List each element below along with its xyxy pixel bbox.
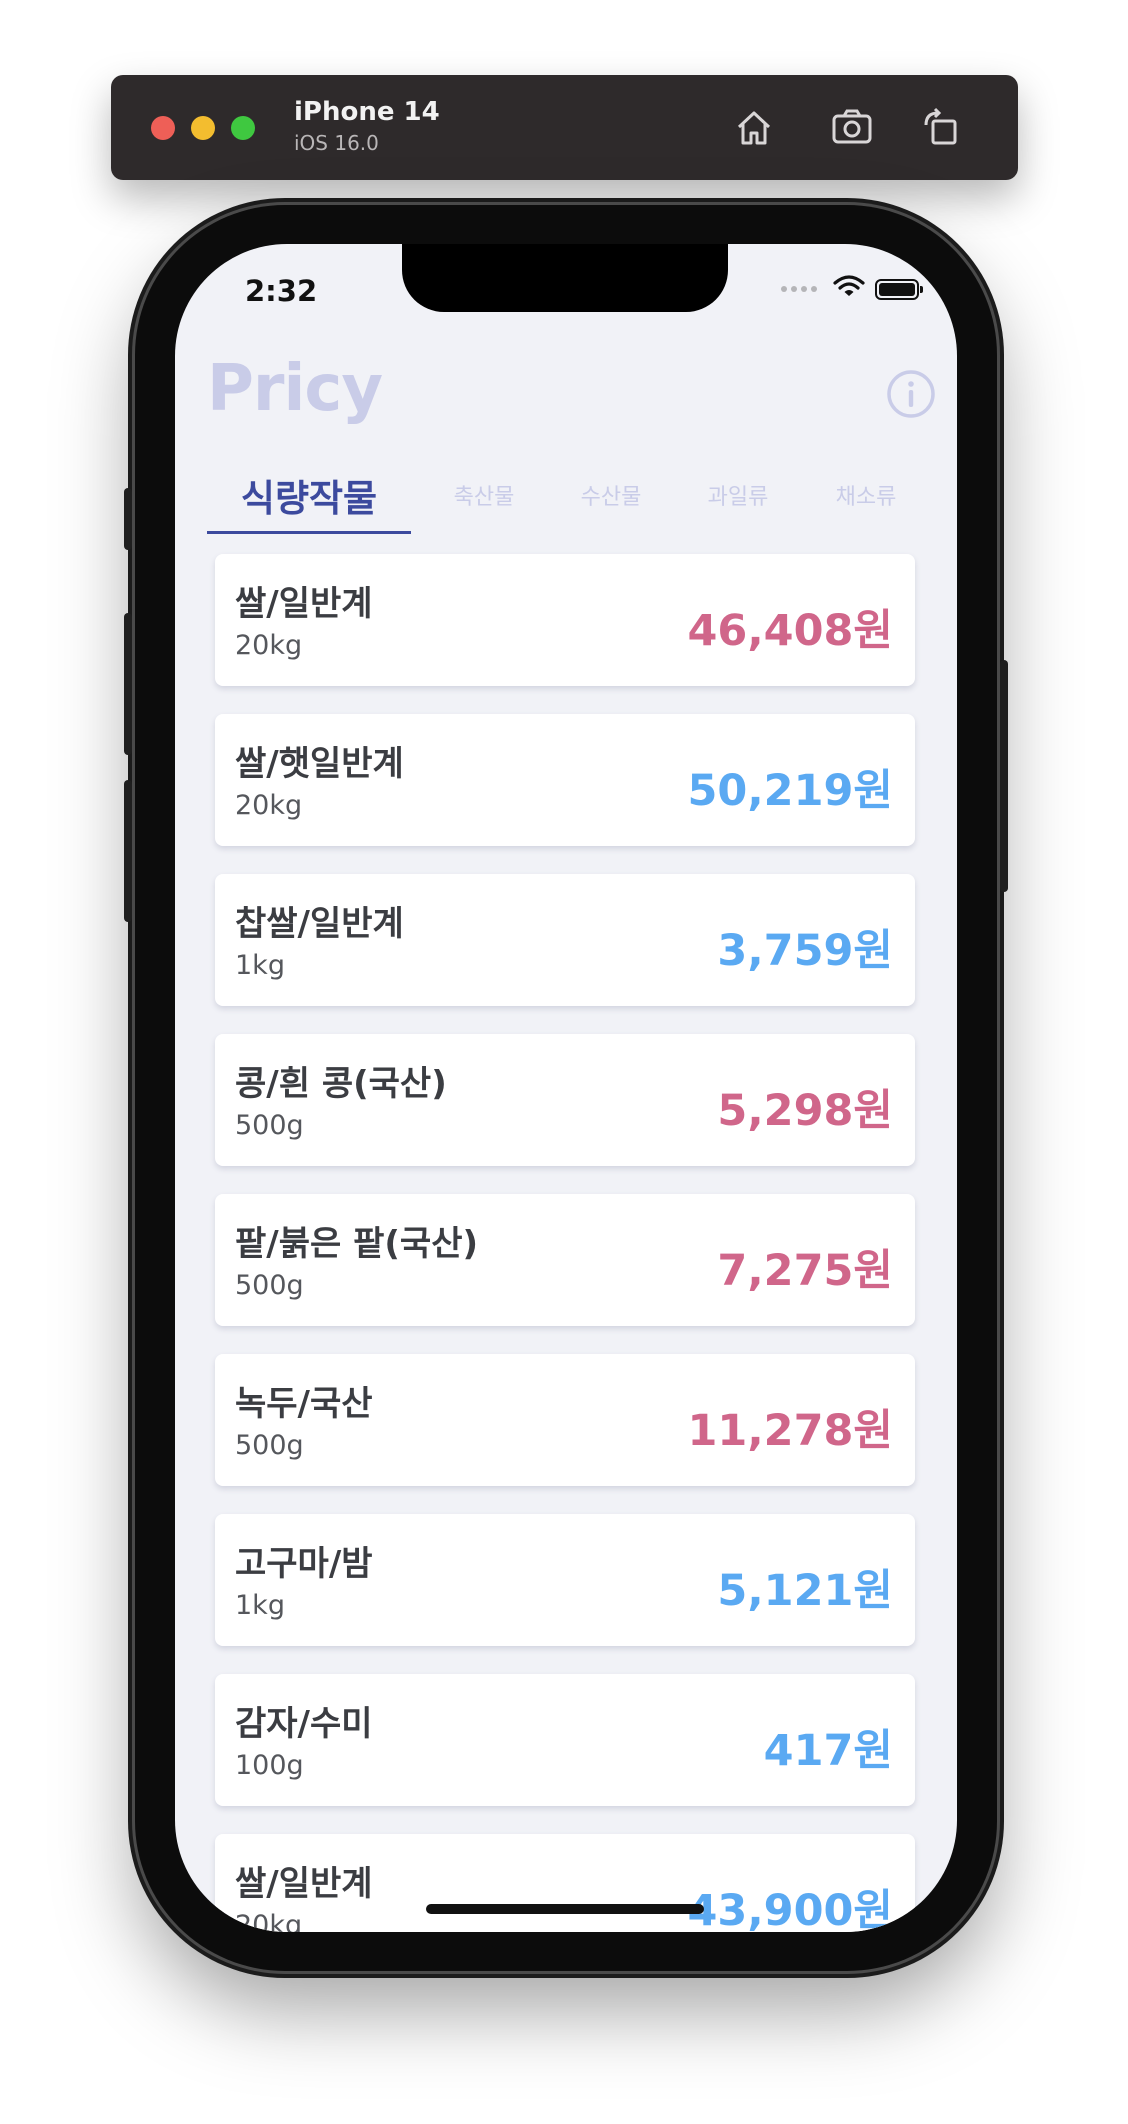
- item-unit: 500g: [235, 1430, 304, 1461]
- close-window-button[interactable]: [151, 116, 175, 140]
- item-name: 녹두/국산: [235, 1384, 373, 1424]
- os-version: iOS 16.0: [294, 131, 379, 155]
- rotate-button[interactable]: [916, 103, 966, 153]
- item-price: 5,298원: [717, 1086, 893, 1136]
- app-screen: 2:32 Pricy 식량작물 축산물 수산물 과일류 채소류 쌀/일반계 20…: [175, 244, 957, 1932]
- item-name: 쌀/햇일반계: [235, 744, 404, 784]
- app-title: Pricy: [207, 352, 383, 426]
- price-card[interactable]: 감자/수미 100g 417원: [215, 1674, 915, 1806]
- status-icons: [781, 275, 923, 303]
- device-name: iPhone 14: [294, 97, 440, 127]
- item-name: 팥/붉은 팥(국산): [235, 1224, 479, 1264]
- wifi-icon: [833, 275, 865, 303]
- price-card[interactable]: 녹두/국산 500g 11,278원: [215, 1354, 915, 1486]
- item-unit: 1kg: [235, 1590, 285, 1621]
- price-card[interactable]: 고구마/밤 1kg 5,121원: [215, 1514, 915, 1646]
- item-name: 쌀/일반계: [235, 1864, 373, 1904]
- zoom-window-button[interactable]: [231, 116, 255, 140]
- item-unit: 100g: [235, 1750, 304, 1781]
- price-card[interactable]: 콩/흰 콩(국산) 500g 5,298원: [215, 1034, 915, 1166]
- item-name: 고구마/밤: [235, 1544, 373, 1584]
- tab-5[interactable]: 채소류: [807, 456, 925, 534]
- price-card[interactable]: 쌀/햇일반계 20kg 50,219원: [215, 714, 915, 846]
- category-tabs: 식량작물 축산물 수산물 과일류 채소류: [207, 456, 925, 534]
- item-price: 43,900원: [687, 1886, 894, 1932]
- notch: [402, 244, 728, 312]
- tab-3[interactable]: 수산물: [552, 456, 670, 534]
- price-card[interactable]: 쌀/일반계 20kg 43,900원: [215, 1834, 915, 1932]
- tab-2[interactable]: 축산물: [425, 456, 543, 534]
- tab-4[interactable]: 과일류: [679, 456, 797, 534]
- item-price: 5,121원: [717, 1566, 893, 1616]
- volume-up-button: [124, 613, 132, 755]
- item-unit: 500g: [235, 1270, 304, 1301]
- price-card[interactable]: 팥/붉은 팥(국산) 500g 7,275원: [215, 1194, 915, 1326]
- item-price: 50,219원: [687, 766, 894, 816]
- screenshot-button[interactable]: [827, 103, 877, 153]
- item-unit: 1kg: [235, 950, 285, 981]
- screenshot-icon: [832, 109, 872, 144]
- power-button: [1000, 660, 1008, 892]
- minimize-window-button[interactable]: [191, 116, 215, 140]
- simulator-toolbar: iPhone 14 iOS 16.0: [111, 75, 1018, 180]
- price-card[interactable]: 쌀/일반계 20kg 46,408원: [215, 554, 915, 686]
- home-indicator[interactable]: [426, 1904, 704, 1914]
- home-button[interactable]: [729, 103, 779, 153]
- status-time: 2:32: [245, 274, 318, 308]
- info-icon: [887, 370, 935, 418]
- home-icon: [737, 111, 771, 145]
- item-unit: 500g: [235, 1110, 304, 1141]
- item-unit: 20kg: [235, 1910, 303, 1932]
- item-name: 콩/흰 콩(국산): [235, 1064, 447, 1104]
- item-unit: 20kg: [235, 630, 303, 661]
- item-price: 7,275원: [717, 1246, 893, 1296]
- tab-1[interactable]: 식량작물: [207, 456, 411, 534]
- rotate-icon: [924, 107, 957, 145]
- info-button[interactable]: [885, 368, 937, 420]
- price-card[interactable]: 찹쌀/일반계 1kg 3,759원: [215, 874, 915, 1006]
- item-price: 11,278원: [687, 1406, 894, 1456]
- item-unit: 20kg: [235, 790, 303, 821]
- item-name: 감자/수미: [235, 1704, 373, 1744]
- battery-icon: [875, 278, 923, 300]
- item-name: 찹쌀/일반계: [235, 904, 404, 944]
- volume-down-button: [124, 780, 132, 922]
- item-price: 417원: [763, 1726, 893, 1776]
- item-price: 46,408원: [687, 606, 894, 656]
- silent-switch: [124, 488, 132, 550]
- item-price: 3,759원: [717, 926, 893, 976]
- cellular-signal-icon: [781, 286, 817, 292]
- item-name: 쌀/일반계: [235, 584, 373, 624]
- phone-frame: 2:32 Pricy 식량작물 축산물 수산물 과일류 채소류 쌀/일반계 20…: [124, 205, 1008, 1971]
